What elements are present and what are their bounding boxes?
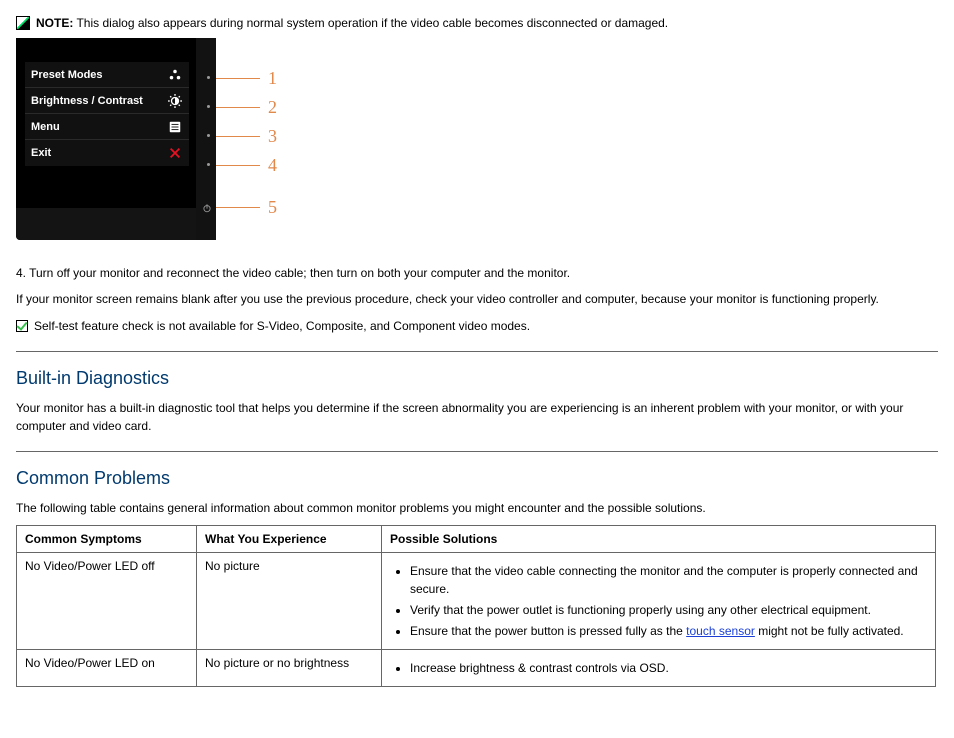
callout-number-3: 3: [268, 126, 277, 147]
checkmark-icon: [16, 320, 28, 332]
list-item-prefix: Ensure that the power button is pressed …: [410, 624, 686, 638]
osd-label: Menu: [31, 121, 60, 133]
col-symptoms: Common Symptoms: [17, 525, 197, 552]
col-solutions: Possible Solutions: [382, 525, 936, 552]
solutions-cell: Ensure that the video cable connecting t…: [382, 552, 936, 649]
callout-number-1: 1: [268, 68, 277, 89]
callout-number-2: 2: [268, 97, 277, 118]
experience-cell: No picture or no brightness: [197, 649, 382, 686]
exit-close-icon: [167, 145, 183, 161]
list-item: Ensure that the power button is pressed …: [410, 622, 927, 640]
osd-item-preset-modes: Preset Modes: [25, 62, 189, 88]
divider: [16, 451, 938, 452]
selftest-check-text: Self-test feature check is not available…: [34, 318, 530, 335]
monitor-frame: Preset Modes Brightness / Contrast Menu: [16, 38, 216, 240]
monitor-figure: Preset Modes Brightness / Contrast Menu: [16, 38, 938, 240]
list-item: Increase brightness & contrast controls …: [410, 659, 927, 677]
monitor-bezel-bottom: [16, 208, 216, 240]
callout-number-4: 4: [268, 155, 277, 176]
builtin-diagnostics-para: Your monitor has a built-in diagnostic t…: [16, 399, 938, 435]
callout-line: [216, 207, 260, 209]
note-pencil-icon: [16, 16, 30, 30]
note-text: This dialog also appears during normal s…: [76, 16, 668, 30]
divider: [16, 351, 938, 352]
menu-list-icon: [167, 119, 183, 135]
builtin-diagnostics-heading: Built-in Diagnostics: [16, 368, 938, 389]
note-block: NOTE: This dialog also appears during no…: [36, 16, 668, 30]
symptom-cell: No Video/Power LED on: [17, 649, 197, 686]
power-icon: [202, 202, 212, 212]
common-problems-heading: Common Problems: [16, 468, 938, 489]
experience-cell: No picture: [197, 552, 382, 649]
brightness-contrast-icon: [167, 93, 183, 109]
osd-label: Preset Modes: [31, 69, 103, 81]
osd-panel: Preset Modes Brightness / Contrast Menu: [25, 62, 189, 166]
callout-line: [216, 165, 260, 167]
step-4-text: 4. Turn off your monitor and reconnect t…: [16, 264, 938, 282]
monitor-screen: Preset Modes Brightness / Contrast Menu: [22, 44, 192, 206]
list-item: Verify that the power outlet is function…: [410, 601, 927, 619]
callout-number-5: 5: [268, 197, 277, 218]
bezel-button-3: [207, 134, 210, 137]
note-label: NOTE:: [36, 16, 73, 30]
preset-modes-icon: [167, 67, 183, 83]
callouts: 1 2 3 4 5: [216, 38, 296, 240]
symptom-cell: No Video/Power LED off: [17, 552, 197, 649]
osd-item-menu: Menu: [25, 114, 189, 140]
solutions-cell: Increase brightness & contrast controls …: [382, 649, 936, 686]
touch-sensor-link[interactable]: touch sensor: [686, 624, 755, 638]
table-row: No Video/Power LED off No picture Ensure…: [17, 552, 936, 649]
callout-line: [216, 107, 260, 109]
osd-label: Brightness / Contrast: [31, 95, 143, 107]
bezel-button-2: [207, 105, 210, 108]
table-row: No Video/Power LED on No picture or no b…: [17, 649, 936, 686]
common-problems-table: Common Symptoms What You Experience Poss…: [16, 525, 936, 687]
common-problems-para: The following table contains general inf…: [16, 499, 938, 517]
bezel-button-1: [207, 76, 210, 79]
bezel-button-4: [207, 163, 210, 166]
list-item-suffix: might not be fully activated.: [755, 624, 904, 638]
osd-label: Exit: [31, 147, 51, 159]
col-experience: What You Experience: [197, 525, 382, 552]
osd-item-brightness: Brightness / Contrast: [25, 88, 189, 114]
list-item: Ensure that the video cable connecting t…: [410, 562, 927, 598]
after-step-text: If your monitor screen remains blank aft…: [16, 290, 938, 308]
osd-item-exit: Exit: [25, 140, 189, 166]
table-header-row: Common Symptoms What You Experience Poss…: [17, 525, 936, 552]
callout-line: [216, 136, 260, 138]
callout-line: [216, 78, 260, 80]
